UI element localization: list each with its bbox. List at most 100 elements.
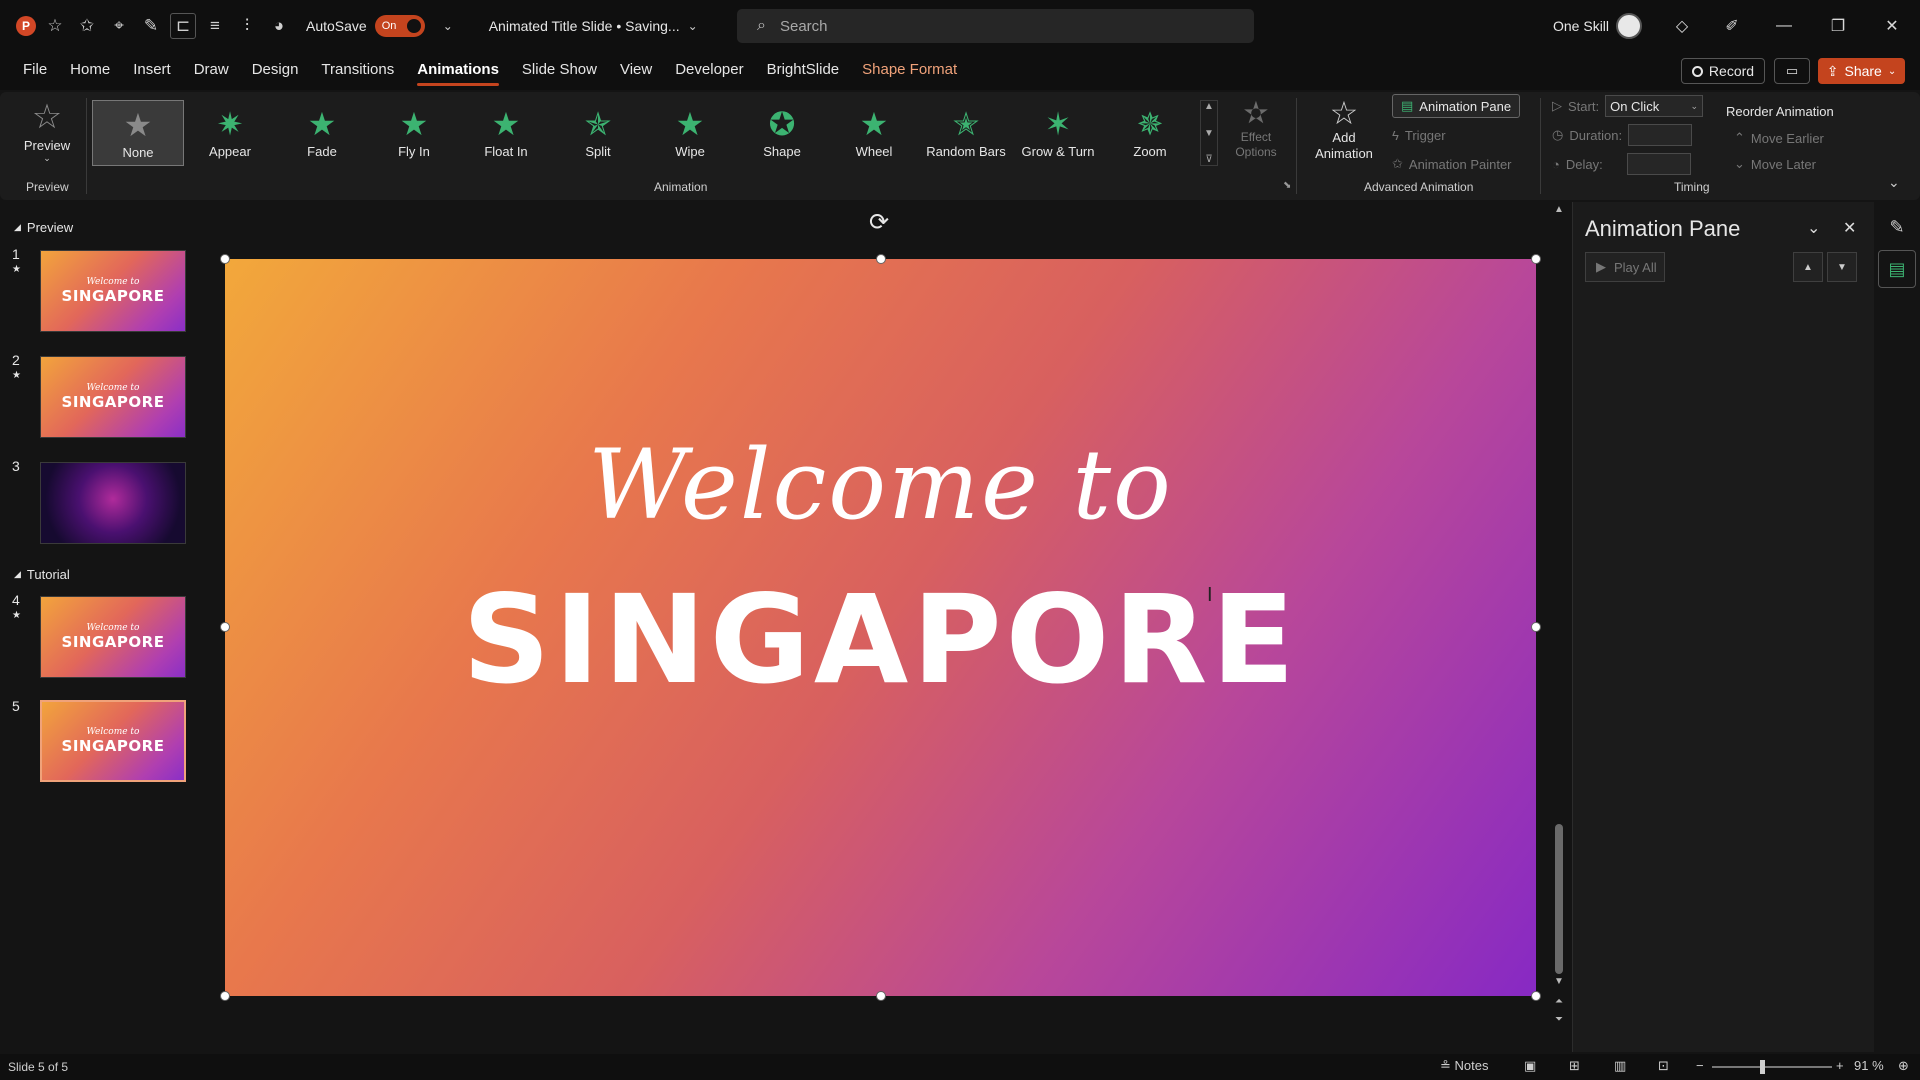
distribute-icon[interactable]: ⫶ xyxy=(234,13,260,39)
move-earlier-button[interactable]: ⌃ Move Earlier xyxy=(1734,130,1824,146)
effect-options-button[interactable]: ✫ Effect Options xyxy=(1228,98,1284,174)
slide[interactable]: Welcome to SINGAPORE xyxy=(225,259,1536,996)
resize-handle-right[interactable] xyxy=(1531,622,1541,632)
resize-handle-top-right[interactable] xyxy=(1531,254,1541,264)
align-left-icon[interactable]: ⊏ xyxy=(170,13,196,39)
anim-fade[interactable]: ★ Fade xyxy=(276,100,368,166)
pen-sparkle-icon[interactable]: ✐ xyxy=(1720,14,1744,38)
slide-thumbnail-3[interactable] xyxy=(40,462,186,544)
delay-input[interactable] xyxy=(1626,153,1691,175)
animation-painter-button[interactable]: ✩ Animation Painter xyxy=(1392,152,1512,176)
title-chevron-down-icon[interactable]: ⌄ xyxy=(688,19,698,33)
zoom-in-icon[interactable]: + xyxy=(1836,1058,1844,1073)
rotate-handle-icon[interactable]: ⟳ xyxy=(869,208,889,237)
user-name[interactable]: One Skill xyxy=(1553,18,1609,34)
section-header-tutorial[interactable]: ◢ Tutorial xyxy=(14,567,70,582)
resize-handle-bottom-right[interactable] xyxy=(1531,991,1541,1001)
move-up-button[interactable]: ▲ xyxy=(1793,252,1823,282)
align-center-icon[interactable]: ≡ xyxy=(202,13,228,39)
resize-handle-top-left[interactable] xyxy=(220,254,230,264)
menu-home[interactable]: Home xyxy=(70,61,110,82)
preview-button[interactable]: ☆ Preview ⌄ xyxy=(12,98,82,176)
pen-icon[interactable]: ✎ xyxy=(138,13,164,39)
resize-handle-left[interactable] xyxy=(220,622,230,632)
reading-view-icon[interactable]: ▥ xyxy=(1614,1058,1626,1074)
anim-grow-turn[interactable]: ✶ Grow & Turn xyxy=(1012,100,1104,166)
move-later-button[interactable]: ⌄ Move Later xyxy=(1734,156,1816,172)
anim-wheel[interactable]: ★ Wheel xyxy=(828,100,920,166)
slideshow-view-icon[interactable]: ⊡ xyxy=(1658,1058,1669,1074)
slide-thumbnail-5[interactable]: Welcome to SINGAPORE xyxy=(40,700,186,782)
anim-random-bars[interactable]: ✭ Random Bars xyxy=(920,100,1012,166)
document-title[interactable]: Animated Title Slide • Saving... xyxy=(489,18,680,34)
animation-pane-button[interactable]: ▤ Animation Pane xyxy=(1392,94,1521,118)
close-icon[interactable]: ✕ xyxy=(1880,14,1904,38)
zoom-out-icon[interactable]: − xyxy=(1696,1058,1704,1073)
search-input[interactable]: ⌕ Search xyxy=(737,9,1254,43)
next-slide-icon[interactable]: ⏷ xyxy=(1553,1014,1565,1025)
resize-handle-bottom[interactable] xyxy=(876,991,886,1001)
anim-zoom[interactable]: ✵ Zoom xyxy=(1104,100,1196,166)
menu-insert[interactable]: Insert xyxy=(133,61,171,82)
menu-view[interactable]: View xyxy=(620,61,652,82)
add-animation-button[interactable]: ☆ Add Animation xyxy=(1304,96,1384,176)
zoom-slider-knob[interactable] xyxy=(1760,1060,1765,1074)
scroll-down-icon[interactable]: ▼ xyxy=(1553,976,1565,987)
scroll-up-icon[interactable]: ▲ xyxy=(1553,204,1565,215)
menu-animations[interactable]: Animations xyxy=(417,61,499,86)
anim-appear[interactable]: ✷ Appear xyxy=(184,100,276,166)
animation-dialog-launcher-icon[interactable]: ⬊ xyxy=(1283,180,1291,191)
prev-slide-icon[interactable]: ⏶ xyxy=(1553,996,1565,1007)
anim-float-in[interactable]: ★ Float In xyxy=(460,100,552,166)
designer-pen-icon[interactable]: ✎ xyxy=(1878,208,1916,246)
slide-thumbnail-2[interactable]: Welcome to SINGAPORE xyxy=(40,356,186,438)
restore-icon[interactable]: ❐ xyxy=(1826,14,1850,38)
diamond-icon[interactable]: ◇ xyxy=(1670,14,1694,38)
menu-developer[interactable]: Developer xyxy=(675,61,743,82)
anim-shape[interactable]: ✪ Shape xyxy=(736,100,828,166)
scroll-thumb[interactable] xyxy=(1555,824,1563,974)
gallery-more-icon[interactable]: ⊽ xyxy=(1205,154,1212,165)
menu-draw[interactable]: Draw xyxy=(194,61,229,82)
slide-welcome-text[interactable]: Welcome to xyxy=(225,429,1536,541)
trigger-button[interactable]: ϟ Trigger xyxy=(1392,123,1446,147)
customize-toolbar-icon[interactable]: ⌄ xyxy=(435,13,461,39)
play-all-button[interactable]: ▶ Play All xyxy=(1585,252,1665,282)
share-button[interactable]: ⇪ Share ⌄ xyxy=(1818,58,1905,84)
gallery-up-icon[interactable]: ▲ xyxy=(1204,101,1214,112)
ribbon-collapse-icon[interactable]: ⌄ xyxy=(1888,174,1900,191)
vertical-scrollbar[interactable]: ▲ ▼ ⏶ ⏷ xyxy=(1553,204,1565,1036)
menu-transitions[interactable]: Transitions xyxy=(321,61,394,82)
shape-icon[interactable]: ◕ xyxy=(266,13,292,39)
section-header-preview[interactable]: ◢ Preview xyxy=(14,220,73,235)
pane-options-chevron-icon[interactable]: ⌄ xyxy=(1807,218,1820,238)
avatar[interactable] xyxy=(1616,13,1642,39)
anim-wipe[interactable]: ★ Wipe xyxy=(644,100,736,166)
minimize-icon[interactable]: — xyxy=(1772,14,1796,38)
duration-input[interactable] xyxy=(1628,124,1693,146)
menu-shape-format[interactable]: Shape Format xyxy=(862,61,957,82)
gallery-down-icon[interactable]: ▼ xyxy=(1204,128,1214,139)
menu-slide-show[interactable]: Slide Show xyxy=(522,61,597,82)
quick-star-icon[interactable]: ✩ xyxy=(74,13,100,39)
gallery-scroll[interactable]: ▲ ▼ ⊽ xyxy=(1200,100,1218,166)
fit-slide-icon[interactable]: ⊕ xyxy=(1898,1058,1909,1074)
menu-design[interactable]: Design xyxy=(252,61,299,82)
slide-sorter-icon[interactable]: ⊞ xyxy=(1569,1058,1580,1074)
anim-split[interactable]: ✯ Split xyxy=(552,100,644,166)
anim-fly-in[interactable]: ★ Fly In xyxy=(368,100,460,166)
resize-handle-top[interactable] xyxy=(876,254,886,264)
zoom-slider[interactable] xyxy=(1712,1066,1832,1068)
normal-view-icon[interactable]: ▣ xyxy=(1524,1058,1536,1074)
favorite-icon[interactable]: ☆ xyxy=(42,13,68,39)
zoom-level[interactable]: 91 % xyxy=(1854,1058,1884,1073)
move-down-button[interactable]: ▼ xyxy=(1827,252,1857,282)
notes-button[interactable]: ≗ Notes xyxy=(1440,1058,1488,1074)
record-button[interactable]: Record xyxy=(1681,58,1765,84)
anim-none[interactable]: ★ None xyxy=(92,100,184,166)
resize-handle-bottom-left[interactable] xyxy=(220,991,230,1001)
target-icon[interactable]: ⌖ xyxy=(106,13,132,39)
menu-file[interactable]: File xyxy=(23,61,47,82)
autosave-toggle[interactable]: On xyxy=(374,15,425,37)
start-select[interactable]: On Click ⌄ xyxy=(1605,95,1704,117)
